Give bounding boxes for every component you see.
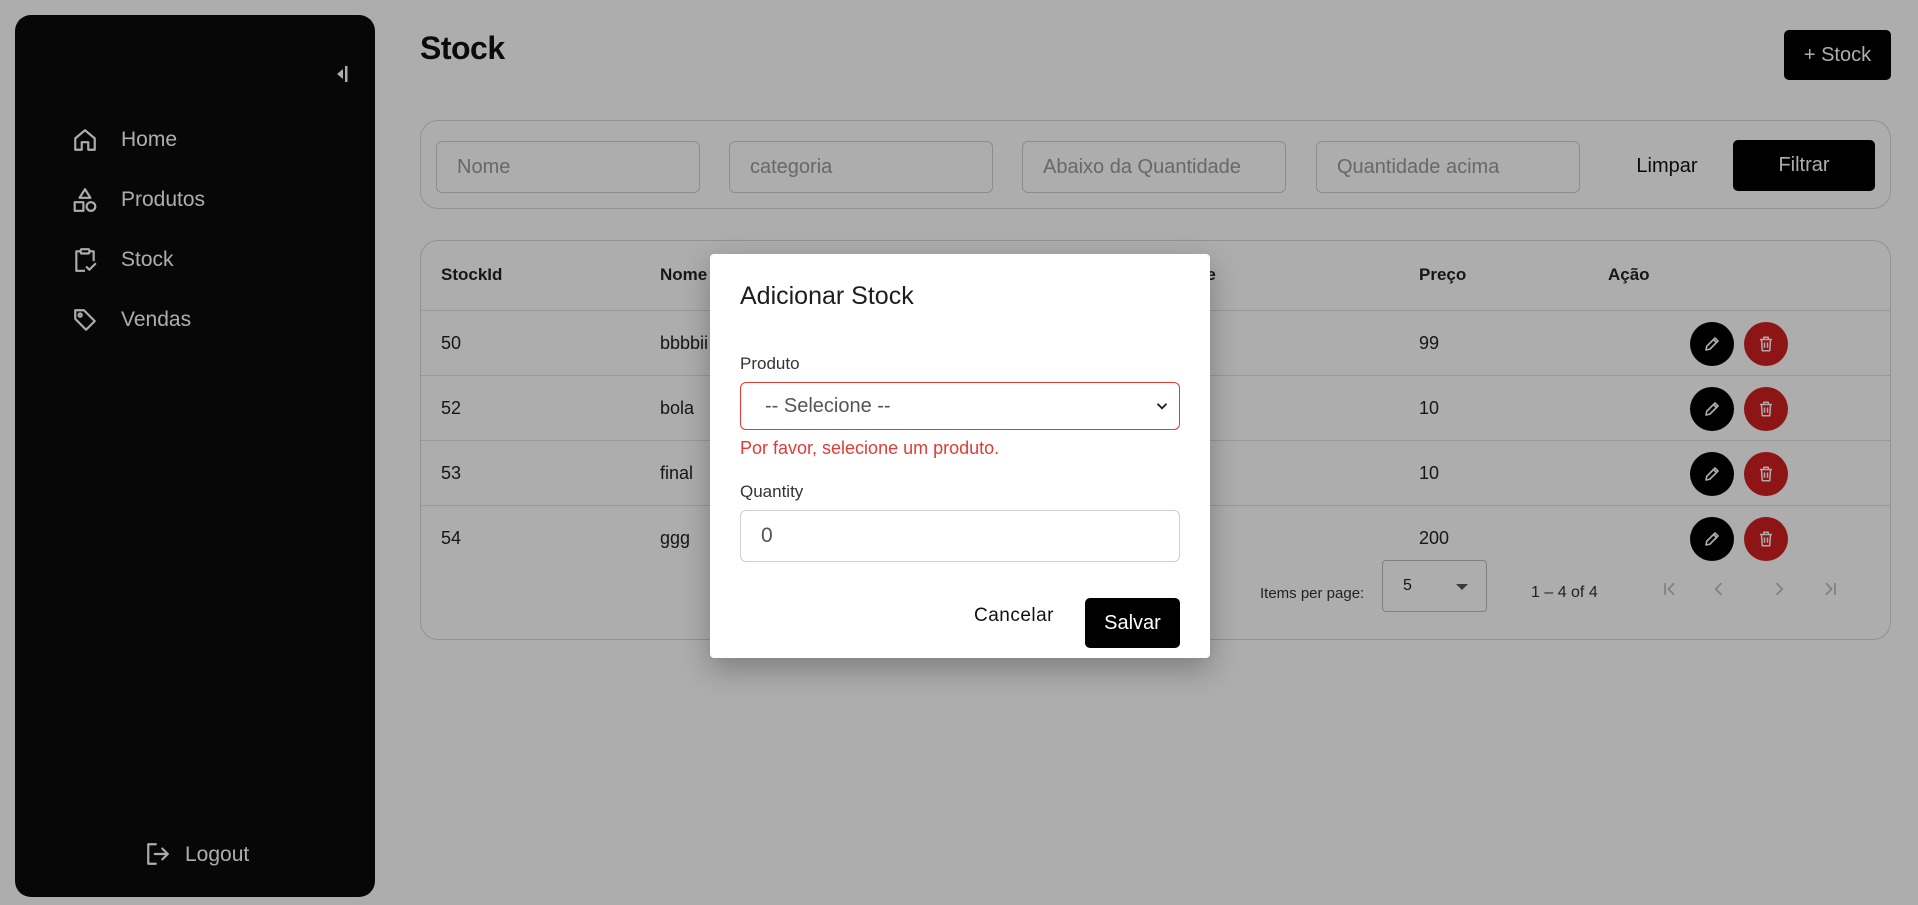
add-stock-dialog: Adicionar Stock Produto -- Selecione -- … — [710, 254, 1210, 658]
chevron-down-icon — [1156, 403, 1168, 410]
save-button[interactable]: Salvar — [1085, 598, 1180, 648]
produto-error-message: Por favor, selecione um produto. — [740, 438, 1000, 458]
produto-label: Produto — [740, 354, 800, 373]
dialog-title: Adicionar Stock — [740, 282, 914, 310]
produto-select[interactable]: -- Selecione -- — [740, 382, 1180, 430]
quantity-label: Quantity — [740, 482, 804, 501]
quantity-input[interactable] — [740, 510, 1180, 562]
produto-select-value: -- Selecione -- — [765, 395, 891, 417]
cancel-button[interactable]: Cancelar — [966, 598, 1062, 634]
